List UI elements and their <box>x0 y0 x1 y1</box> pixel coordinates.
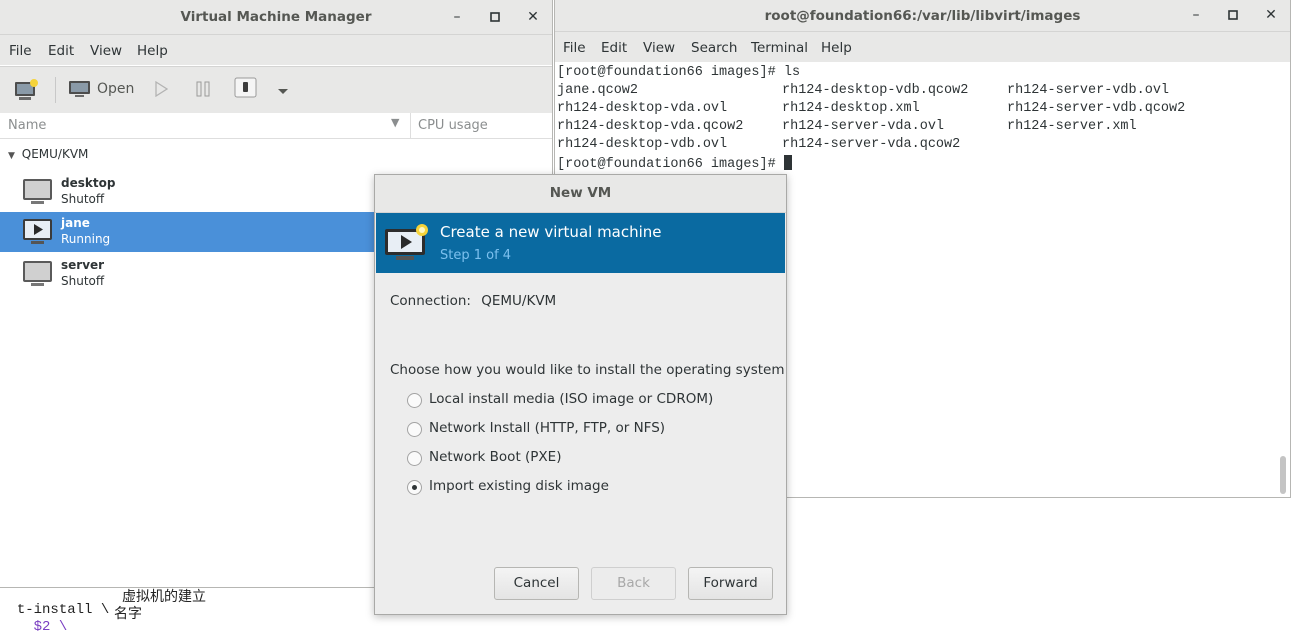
shutdown-icon[interactable] <box>234 77 258 103</box>
vm-name: server <box>61 258 105 272</box>
vm-state: Shutoff <box>61 274 105 288</box>
file-server-xml: rh124-server.xml <box>1007 119 1137 134</box>
cancel-button[interactable]: Cancel <box>494 567 579 600</box>
open-button[interactable]: Open <box>68 79 134 99</box>
maximize-icon[interactable] <box>487 9 503 25</box>
terminal-title: root@foundation66:/var/lib/libvirt/image… <box>764 8 1081 24</box>
text-cursor <box>783 155 792 170</box>
vm-running-icon <box>22 218 52 244</box>
pause-icon[interactable] <box>196 81 210 101</box>
file-desktop-xml: rh124-desktop.xml <box>782 101 920 116</box>
file-server-vda-ovl: rh124-server-vda.ovl <box>782 119 945 134</box>
maximize-icon[interactable] <box>1225 7 1241 23</box>
terminal-menubar: File Edit View Search Terminal Help <box>555 32 1290 62</box>
file-desktop-vda-ovl: rh124-desktop-vda.ovl <box>557 101 728 116</box>
dialog-title[interactable]: New VM <box>375 175 786 213</box>
monitor-icon <box>69 81 90 97</box>
play-icon[interactable] <box>154 80 169 101</box>
terminal-prompt-current: [root@foundation66 images]# <box>557 155 792 172</box>
vm-name: jane <box>61 216 90 230</box>
install-question: Choose how you would like to install the… <box>390 362 785 378</box>
file-server-vda-qcow2: rh124-server-vda.qcow2 <box>782 137 961 152</box>
column-cpu-usage[interactable]: CPU usage <box>418 118 488 133</box>
menu-search[interactable]: Search <box>691 40 737 56</box>
bg-note-2: 名字 <box>114 606 142 622</box>
file-desktop-vda-qcow2: rh124-desktop-vda.qcow2 <box>557 119 744 134</box>
radio-local-media[interactable] <box>407 393 422 408</box>
file-desktop-vdb-qcow2: rh124-desktop-vdb.qcow2 <box>782 83 969 98</box>
vm-shutoff-icon <box>22 178 52 204</box>
menu-help[interactable]: Help <box>137 43 168 59</box>
vmm-title: Virtual Machine Manager <box>180 9 372 25</box>
vm-list-header: Name ▼ CPU usage <box>0 113 552 139</box>
menu-terminal[interactable]: Terminal <box>751 40 808 56</box>
chevron-down-icon[interactable] <box>277 85 289 100</box>
vmm-menubar: File Edit View Help <box>0 35 552 65</box>
terminal-scrollbar[interactable] <box>1280 456 1286 494</box>
open-label: Open <box>97 81 135 97</box>
file-server-vdb-qcow2: rh124-server-vdb.qcow2 <box>1007 101 1186 116</box>
sort-chevron-icon[interactable]: ▼ <box>391 116 399 129</box>
option-local-media[interactable]: Local install media (ISO image or CDROM) <box>429 391 713 407</box>
prompt-text: [root@foundation66 images]# <box>557 157 784 172</box>
new-vm-dialog: New VM Create a new virtual machine Step… <box>374 174 787 615</box>
dialog-banner: Create a new virtual machine Step 1 of 4 <box>376 213 785 273</box>
option-network-boot[interactable]: Network Boot (PXE) <box>429 449 561 465</box>
close-icon[interactable]: ✕ <box>1263 7 1279 23</box>
vmm-titlebar[interactable]: Virtual Machine Manager – ✕ <box>0 0 552 35</box>
file-jane-qcow2: jane.qcow2 <box>557 83 639 98</box>
forward-button[interactable]: Forward <box>688 567 773 600</box>
vm-name: desktop <box>61 176 116 190</box>
file-desktop-vdb-ovl: rh124-desktop-vdb.ovl <box>557 137 728 152</box>
menu-file[interactable]: File <box>563 40 586 56</box>
expander-icon[interactable]: ▼ <box>8 151 15 161</box>
dialog-heading: Create a new virtual machine <box>440 223 662 241</box>
radio-network-install[interactable] <box>407 422 422 437</box>
minimize-icon[interactable]: – <box>449 9 465 25</box>
menu-edit[interactable]: Edit <box>601 40 627 56</box>
connection-row: Connection: QEMU/KVM <box>390 293 556 309</box>
menu-help[interactable]: Help <box>821 40 852 56</box>
menu-edit[interactable]: Edit <box>48 43 74 59</box>
connection-label: Connection: <box>390 293 471 309</box>
dialog-step: Step 1 of 4 <box>440 248 512 263</box>
new-vm-icon[interactable] <box>14 78 40 106</box>
bg-command-2: $2 \ <box>16 619 68 635</box>
menu-view[interactable]: View <box>90 43 122 59</box>
column-name[interactable]: Name <box>8 118 46 133</box>
terminal-titlebar[interactable]: root@foundation66:/var/lib/libvirt/image… <box>555 0 1290 32</box>
group-label: QEMU/KVM <box>21 147 89 161</box>
vmm-toolbar: Open <box>0 66 552 114</box>
vm-state: Running <box>61 232 111 246</box>
minimize-icon[interactable]: – <box>1188 7 1204 23</box>
menu-view[interactable]: View <box>643 40 675 56</box>
vm-state: Shutoff <box>61 192 105 206</box>
back-button[interactable]: Back <box>591 567 676 600</box>
terminal-prompt-ls: [root@foundation66 images]# ls <box>557 65 801 80</box>
vm-shutoff-icon <box>22 260 52 286</box>
connection-value: QEMU/KVM <box>481 293 557 309</box>
new-vm-icon <box>384 223 430 267</box>
option-network-install[interactable]: Network Install (HTTP, FTP, or NFS) <box>429 420 665 436</box>
close-icon[interactable]: ✕ <box>525 9 541 25</box>
group-qemu-kvm[interactable]: ▼ QEMU/KVM <box>8 147 88 161</box>
option-import-disk[interactable]: Import existing disk image <box>429 478 609 494</box>
radio-import-disk[interactable] <box>407 480 422 495</box>
menu-file[interactable]: File <box>9 43 32 59</box>
bg-command-line-2: $2 \ <box>0 603 68 635</box>
file-server-vdb-ovl: rh124-server-vdb.ovl <box>1007 83 1170 98</box>
radio-network-boot[interactable] <box>407 451 422 466</box>
